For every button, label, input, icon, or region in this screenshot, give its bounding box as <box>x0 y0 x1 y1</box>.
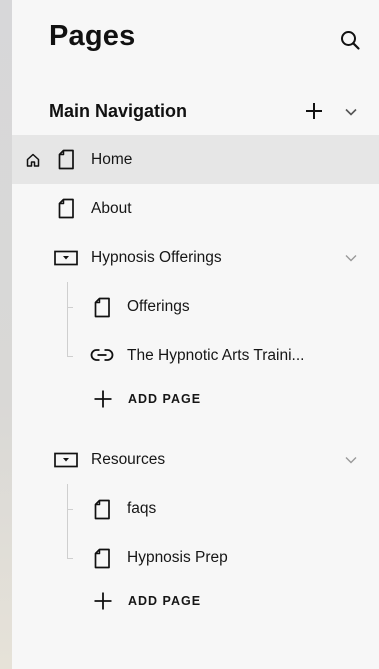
nav-item-hypnotic-arts-training[interactable]: The Hypnotic Arts Traini... <box>127 347 304 365</box>
page-title: Pages <box>49 20 136 52</box>
page-icon <box>94 297 110 318</box>
nav-folder-hypnosis-offerings[interactable]: Hypnosis Offerings <box>91 249 222 267</box>
folder-icon <box>54 452 78 468</box>
add-page-button[interactable]: ADD PAGE <box>128 392 201 406</box>
tree-tick <box>67 558 73 559</box>
tree-tick <box>67 509 73 510</box>
plus-icon[interactable] <box>93 389 113 409</box>
folder-icon <box>54 250 78 266</box>
tree-tick <box>67 307 73 308</box>
page-icon <box>94 548 110 569</box>
chevron-down-icon[interactable] <box>343 452 359 468</box>
page-icon <box>58 149 74 170</box>
page-icon <box>58 198 74 219</box>
nav-item-about[interactable]: About <box>91 200 132 218</box>
tree-tick <box>67 356 73 357</box>
tree-line <box>67 282 68 356</box>
nav-item-offerings[interactable]: Offerings <box>127 298 190 316</box>
search-icon[interactable] <box>339 29 361 51</box>
plus-icon[interactable] <box>303 100 325 122</box>
home-icon <box>26 153 40 167</box>
plus-icon[interactable] <box>93 591 113 611</box>
chevron-down-icon[interactable] <box>343 250 359 266</box>
link-icon <box>90 349 114 361</box>
add-page-button[interactable]: ADD PAGE <box>128 594 201 608</box>
chevron-down-icon[interactable] <box>343 104 359 120</box>
page-icon <box>94 499 110 520</box>
nav-item-hypnosis-prep[interactable]: Hypnosis Prep <box>127 549 228 567</box>
main-navigation-title: Main Navigation <box>49 101 188 121</box>
background-strip <box>0 0 12 669</box>
nav-item-faqs[interactable]: faqs <box>127 500 156 518</box>
nav-item-label: Home <box>91 151 133 168</box>
tree-line <box>67 484 68 559</box>
nav-folder-resources[interactable]: Resources <box>91 451 165 469</box>
